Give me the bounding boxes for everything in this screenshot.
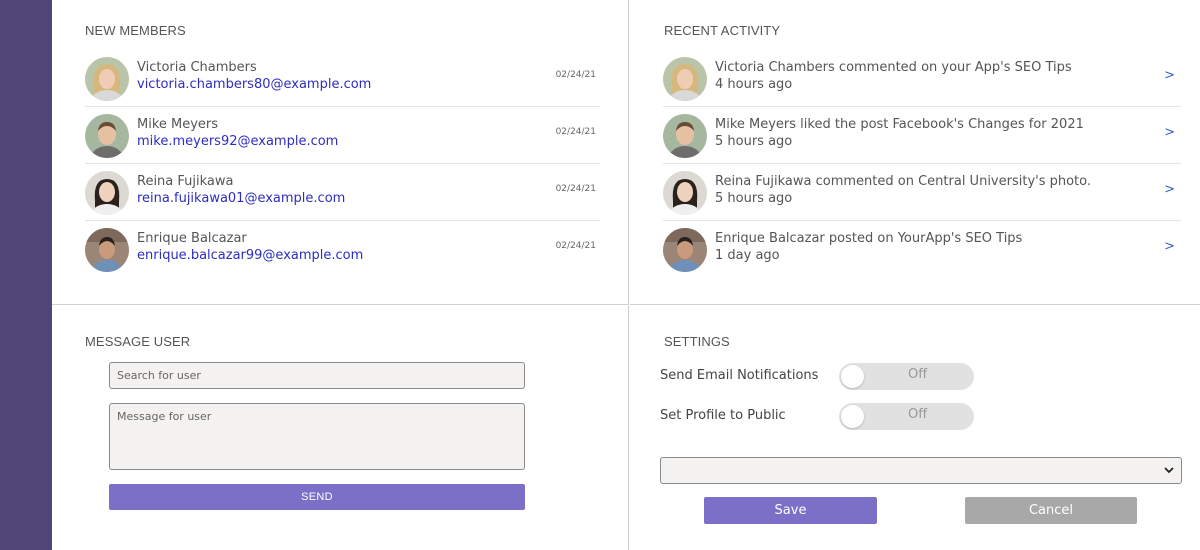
avatar-reina bbox=[663, 171, 707, 215]
activity-time: 1 day ago bbox=[715, 248, 780, 263]
avatar-mike bbox=[85, 114, 129, 158]
chevron-right-icon[interactable]: > bbox=[1164, 239, 1175, 254]
member-email[interactable]: reina.fujikawa01@example.com bbox=[137, 191, 345, 206]
activity-row[interactable]: Victoria Chambers commented on your App'… bbox=[663, 50, 1181, 107]
member-date: 02/24/21 bbox=[555, 127, 596, 137]
recent-activity-panel: RECENT ACTIVITY Victoria Chambers commen… bbox=[630, 0, 1200, 305]
avatar-reina bbox=[85, 171, 129, 215]
member-row[interactable]: Mike Meyers mike.meyers92@example.com 02… bbox=[85, 107, 600, 164]
chevron-down-icon bbox=[1164, 467, 1174, 474]
activity-text: Victoria Chambers commented on your App'… bbox=[715, 60, 1072, 75]
profile-public-label: Set Profile to Public bbox=[660, 408, 786, 423]
member-date: 02/24/21 bbox=[555, 70, 596, 80]
search-user-input[interactable] bbox=[109, 362, 525, 389]
toggle-knob bbox=[841, 365, 864, 388]
send-button[interactable]: SEND bbox=[109, 484, 525, 510]
activity-time: 4 hours ago bbox=[715, 77, 793, 92]
cancel-button[interactable]: Cancel bbox=[965, 497, 1137, 524]
activity-row[interactable]: Mike Meyers liked the post Facebook's Ch… bbox=[663, 107, 1181, 164]
activity-list: Victoria Chambers commented on your App'… bbox=[663, 50, 1181, 278]
sidebar bbox=[0, 0, 52, 550]
settings-title: SETTINGS bbox=[664, 334, 730, 349]
avatar-enrique bbox=[85, 228, 129, 272]
member-name: Enrique Balcazar bbox=[137, 231, 247, 246]
activity-text: Mike Meyers liked the post Facebook's Ch… bbox=[715, 117, 1084, 132]
toggle-state: Off bbox=[908, 407, 928, 422]
avatar-victoria bbox=[85, 57, 129, 101]
member-name: Mike Meyers bbox=[137, 117, 219, 132]
activity-text: Reina Fujikawa commented on Central Univ… bbox=[715, 174, 1092, 189]
member-email[interactable]: enrique.balcazar99@example.com bbox=[137, 248, 363, 263]
members-list: Victoria Chambers victoria.chambers80@ex… bbox=[85, 50, 600, 278]
chevron-right-icon[interactable]: > bbox=[1164, 125, 1175, 140]
toggle-state: Off bbox=[908, 367, 928, 382]
settings-panel: SETTINGS Send Email Notifications Off Se… bbox=[630, 306, 1200, 550]
chevron-right-icon[interactable]: > bbox=[1164, 68, 1175, 83]
avatar-enrique bbox=[663, 228, 707, 272]
avatar-victoria bbox=[663, 57, 707, 101]
member-row[interactable]: Reina Fujikawa reina.fujikawa01@example.… bbox=[85, 164, 600, 221]
message-textarea[interactable] bbox=[109, 403, 525, 470]
member-date: 02/24/21 bbox=[555, 241, 596, 251]
activity-time: 5 hours ago bbox=[715, 191, 793, 206]
member-date: 02/24/21 bbox=[555, 184, 596, 194]
activity-row[interactable]: Reina Fujikawa commented on Central Univ… bbox=[663, 164, 1181, 221]
activity-row[interactable]: Enrique Balcazar posted on YourApp's SEO… bbox=[663, 221, 1181, 278]
profile-public-toggle[interactable]: Off bbox=[839, 403, 974, 430]
activity-time: 5 hours ago bbox=[715, 134, 793, 149]
activity-text: Enrique Balcazar posted on YourApp's SEO… bbox=[715, 231, 1023, 246]
avatar-mike bbox=[663, 114, 707, 158]
email-notifications-label: Send Email Notifications bbox=[660, 368, 819, 383]
member-name: Reina Fujikawa bbox=[137, 174, 234, 189]
new-members-title: NEW MEMBERS bbox=[85, 23, 186, 38]
message-user-panel: MESSAGE USER SEND bbox=[52, 306, 629, 550]
save-button[interactable]: Save bbox=[704, 497, 877, 524]
recent-activity-title: RECENT ACTIVITY bbox=[664, 23, 781, 38]
member-row[interactable]: Victoria Chambers victoria.chambers80@ex… bbox=[85, 50, 600, 107]
member-name: Victoria Chambers bbox=[137, 60, 257, 75]
member-email[interactable]: mike.meyers92@example.com bbox=[137, 134, 338, 149]
settings-select[interactable] bbox=[660, 457, 1182, 484]
message-user-title: MESSAGE USER bbox=[85, 334, 191, 349]
new-members-panel: NEW MEMBERS Victoria Chambers victoria.c… bbox=[52, 0, 629, 305]
chevron-right-icon[interactable]: > bbox=[1164, 182, 1175, 197]
toggle-knob bbox=[841, 405, 864, 428]
member-row[interactable]: Enrique Balcazar enrique.balcazar99@exam… bbox=[85, 221, 600, 278]
member-email[interactable]: victoria.chambers80@example.com bbox=[137, 77, 371, 92]
email-notifications-toggle[interactable]: Off bbox=[839, 363, 974, 390]
